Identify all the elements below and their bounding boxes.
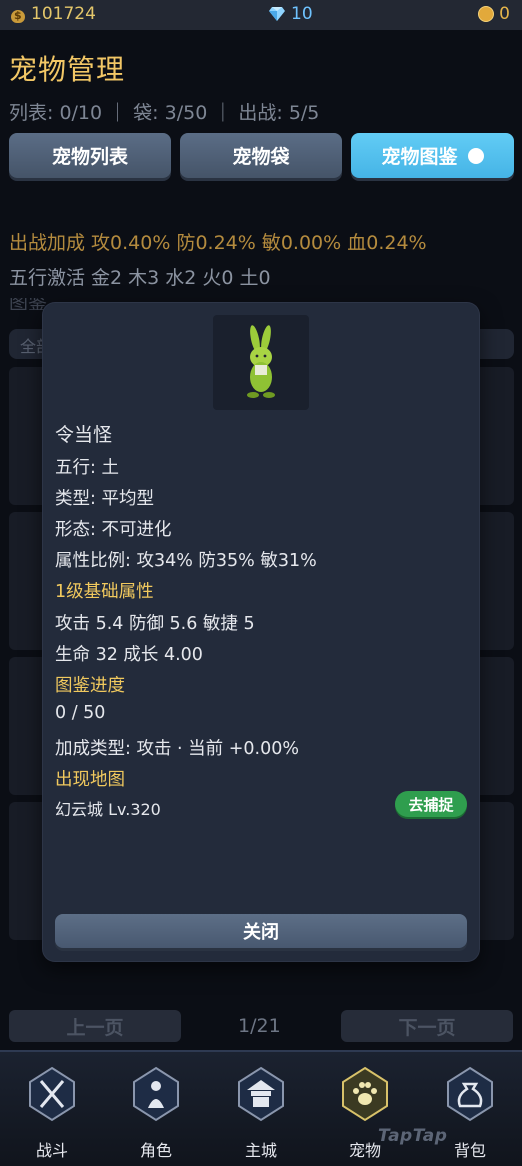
bottom-nav: 战斗 角色 主城 宠物 背包 — [0, 1050, 522, 1166]
crossed-swords-icon — [29, 1066, 75, 1122]
diamond-icon — [269, 7, 285, 21]
five-elements-line: 五行激活 金2 木3 水2 火0 土0 — [9, 267, 271, 289]
nav-item-bag[interactable]: 背包 — [418, 1052, 522, 1166]
rabbit-pet-icon — [247, 325, 275, 398]
money-bag-icon — [10, 5, 26, 23]
pet-element: 五行: 土 — [55, 458, 119, 478]
battle-bonus-line: 出战加成 攻0.40% 防0.24% 敏0.00% 血0.24% — [9, 232, 427, 254]
gold-counter: 101724 — [10, 4, 96, 24]
pet-name: 令当怪 — [55, 424, 113, 446]
nav-item-main-city[interactable]: 主城 — [209, 1052, 313, 1166]
base-attributes-line2: 生命 32 成长 4.00 — [55, 645, 203, 665]
base-attributes-title: 1级基础属性 — [55, 582, 154, 602]
nav-item-character[interactable]: 角色 — [104, 1052, 208, 1166]
pet-form: 形态: 不可进化 — [55, 520, 172, 540]
pet-capacity-stats: 列表: 0/10 ｜ 袋: 3/50 ｜ 出战: 5/5 — [9, 102, 320, 124]
bag-icon — [447, 1066, 493, 1122]
map-title: 出现地图 — [55, 770, 125, 790]
pet-detail-dialog: 令当怪 五行: 土 类型: 平均型 形态: 不可进化 属性比例: 攻34% 防3… — [43, 303, 479, 961]
nav-item-pet[interactable]: 宠物 — [313, 1052, 417, 1166]
nav-label: 主城 — [244, 1141, 277, 1160]
pet-type: 类型: 平均型 — [55, 489, 154, 509]
pet-attribute-ratio: 属性比例: 攻34% 防35% 敏31% — [55, 551, 317, 571]
taptap-watermark: TapTap — [378, 1126, 448, 1146]
paw-icon — [342, 1066, 388, 1122]
coin-amount: 0 — [499, 4, 510, 24]
gold-amount: 101724 — [31, 4, 96, 24]
base-attributes-line1: 攻击 5.4 防御 5.6 敏捷 5 — [55, 614, 255, 634]
codex-progress-title: 图鉴进度 — [55, 676, 125, 696]
nav-label: 角色 — [139, 1141, 172, 1160]
page-indicator: 1/21 — [238, 1015, 281, 1037]
tab-label: 宠物图鉴 — [381, 146, 458, 168]
prev-page-button[interactable]: 上一页 — [9, 1010, 181, 1042]
page-title: 宠物管理 — [9, 53, 126, 86]
coin-counter: 0 — [478, 4, 510, 24]
gem-amount: 10 — [291, 4, 313, 24]
character-icon — [133, 1066, 179, 1122]
currency-bar: 101724 10 0 — [0, 0, 522, 30]
codex-progress-value: 0 / 50 — [55, 703, 106, 723]
tab-pet-list[interactable]: 宠物列表 — [9, 133, 171, 178]
close-button[interactable]: 关闭 — [55, 914, 467, 948]
tab-label: 宠物列表 — [51, 146, 128, 168]
gem-counter: 10 — [268, 4, 313, 24]
map-location: 幻云城 Lv.320 — [55, 800, 161, 819]
capture-button[interactable]: 去捕捉 — [395, 791, 467, 817]
nav-item-battle[interactable]: 战斗 — [0, 1052, 104, 1166]
tab-label: 宠物袋 — [232, 146, 290, 168]
castle-icon — [238, 1066, 284, 1122]
next-page-button[interactable]: 下一页 — [341, 1010, 513, 1042]
nav-label: 战斗 — [35, 1141, 68, 1160]
tab-pet-codex[interactable]: 宠物图鉴 — [351, 133, 514, 178]
coin-icon — [478, 6, 495, 22]
bonus-type-line: 加成类型: 攻击 · 当前 +0.00% — [55, 739, 299, 759]
pet-portrait — [213, 315, 309, 410]
notification-dot-icon — [467, 147, 484, 164]
tab-pet-bag[interactable]: 宠物袋 — [180, 133, 342, 178]
